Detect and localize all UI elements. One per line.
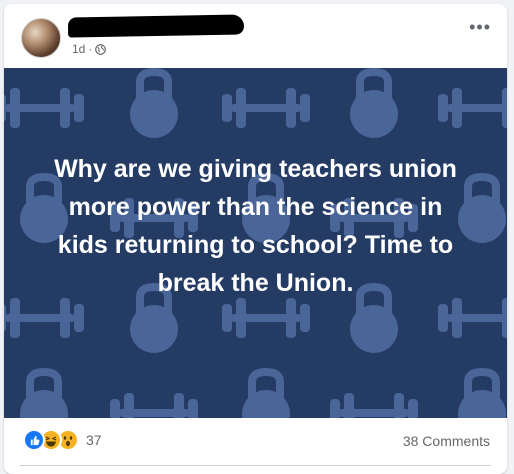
post-header: 1d · ••• bbox=[4, 4, 507, 68]
post-card: 1d · ••• Why are we giving teachers unio… bbox=[4, 4, 507, 474]
author-name-redacted bbox=[67, 14, 245, 38]
post-text: Why are we giving teachers union more po… bbox=[54, 155, 457, 297]
footer-divider bbox=[20, 465, 491, 466]
more-options-button[interactable]: ••• bbox=[469, 18, 491, 36]
meta-separator: · bbox=[88, 42, 93, 56]
comments-count-link[interactable]: 38 Comments bbox=[403, 433, 490, 449]
post-image[interactable]: Why are we giving teachers union more po… bbox=[4, 68, 507, 418]
author-avatar[interactable] bbox=[21, 18, 61, 58]
post-timestamp[interactable]: 1d bbox=[72, 42, 85, 56]
like-icon bbox=[23, 429, 45, 451]
reaction-count: 37 bbox=[86, 432, 102, 448]
globe-icon[interactable] bbox=[95, 43, 107, 55]
post-footer: 37 38 Comments bbox=[4, 418, 507, 468]
reactions-summary[interactable]: 37 bbox=[23, 429, 102, 451]
post-meta: 1d · bbox=[72, 42, 107, 56]
